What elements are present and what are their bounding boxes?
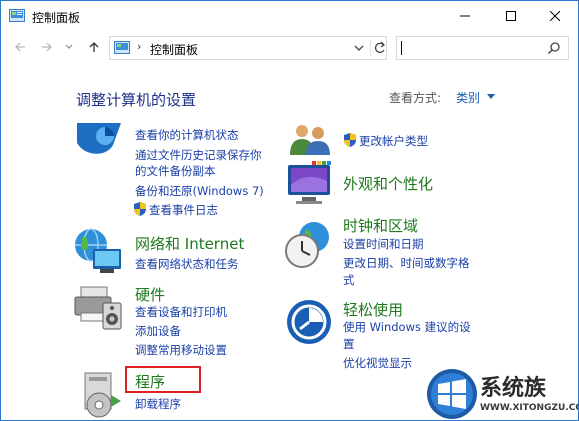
forward-button[interactable] <box>38 37 56 57</box>
user-accounts-icon[interactable] <box>288 125 336 155</box>
forward-arrow-icon <box>42 42 52 52</box>
breadcrumb-separator[interactable]: › <box>137 40 141 53</box>
watermark-logo-icon <box>427 369 477 419</box>
view-by-label: 查看方式: <box>389 91 442 105</box>
link-change-formats-cont[interactable]: 式 <box>343 272 355 288</box>
link-mobility-settings[interactable]: 调整常用移动设置 <box>135 342 227 358</box>
network-internet-icon[interactable] <box>73 227 125 275</box>
link-backup-restore[interactable]: 备份和还原(Windows 7) <box>135 183 264 199</box>
address-bar[interactable]: › 控制面板 <box>109 36 387 60</box>
link-view-event-log[interactable]: 查看事件日志 <box>149 202 218 218</box>
link-devices-printers[interactable]: 查看设备和打印机 <box>135 304 227 320</box>
control-panel-icon <box>9 9 25 22</box>
link-change-formats[interactable]: 更改日期、时间或数字格 <box>343 255 470 271</box>
maximize-button[interactable] <box>488 1 534 31</box>
link-optimize-visual-display[interactable]: 优化视觉显示 <box>343 355 412 371</box>
page-title: 调整计算机的设置 <box>76 91 197 109</box>
system-security-icon[interactable] <box>75 123 125 157</box>
up-arrow-icon <box>89 42 99 52</box>
ease-of-access-icon[interactable] <box>286 299 332 345</box>
watermark-title: 系统族 <box>480 376 547 401</box>
category-title-hardware[interactable]: 硬件 <box>135 284 165 305</box>
close-button[interactable] <box>532 1 578 31</box>
link-windows-suggested-settings-cont[interactable]: 置 <box>343 336 355 352</box>
category-title-clock-region[interactable]: 时钟和区域 <box>343 215 418 236</box>
programs-highlight-box <box>125 366 201 393</box>
control-panel-icon <box>114 41 130 54</box>
link-uninstall-program[interactable]: 卸载程序 <box>135 396 181 412</box>
hardware-sound-icon[interactable] <box>73 283 125 331</box>
control-panel-window: 控制面板 › 控制面板 调整计算机的设置 查看方式: 类别 查看你的计算机状态 … <box>0 0 579 421</box>
chevron-down-icon <box>65 44 73 49</box>
view-by-dropdown[interactable]: 类别 <box>456 89 480 106</box>
link-file-history[interactable]: 通过文件历史记录保存你 <box>135 147 262 163</box>
link-change-account-type[interactable]: 更改帐户类型 <box>359 133 428 149</box>
appearance-personalization-icon[interactable] <box>286 161 334 207</box>
address-dropdown-icon[interactable] <box>353 42 365 54</box>
back-arrow-icon <box>15 42 25 52</box>
text-caret <box>401 41 402 55</box>
title-bar[interactable]: 控制面板 <box>1 1 578 32</box>
search-input[interactable] <box>403 39 543 55</box>
close-icon <box>550 11 560 21</box>
uac-shield-icon <box>134 202 146 216</box>
search-icon[interactable] <box>547 41 561 55</box>
link-windows-suggested-settings[interactable]: 使用 Windows 建议的设 <box>343 319 471 335</box>
watermark-url: WWW.XITONGZU.COM <box>480 403 578 413</box>
view-by-chevron-icon[interactable] <box>487 94 495 99</box>
link-set-time-date[interactable]: 设置时间和日期 <box>343 236 424 252</box>
programs-icon[interactable] <box>81 371 125 421</box>
uac-shield-icon <box>344 133 356 147</box>
search-box[interactable] <box>396 36 569 60</box>
window-title: 控制面板 <box>32 11 81 25</box>
link-add-device[interactable]: 添加设备 <box>135 323 181 339</box>
minimize-button[interactable] <box>442 1 488 31</box>
link-view-network-status[interactable]: 查看网络状态和任务 <box>135 256 239 272</box>
up-button[interactable] <box>85 37 103 57</box>
minimize-icon <box>460 15 470 17</box>
category-title-ease-of-access[interactable]: 轻松使用 <box>343 299 403 320</box>
breadcrumb-control-panel[interactable]: 控制面板 <box>150 41 198 58</box>
link-view-computer-status[interactable]: 查看你的计算机状态 <box>135 127 239 143</box>
refresh-icon[interactable] <box>370 40 387 56</box>
recent-locations-button[interactable] <box>63 37 75 57</box>
category-title-appearance[interactable]: 外观和个性化 <box>343 173 433 194</box>
category-title-network[interactable]: 网络和 Internet <box>135 233 244 254</box>
back-button[interactable] <box>11 37 29 57</box>
maximize-icon <box>506 11 516 21</box>
watermark: 系统族 WWW.XITONGZU.COM <box>426 366 578 420</box>
clock-region-icon[interactable] <box>284 219 334 269</box>
link-file-history-cont[interactable]: 的文件备份副本 <box>135 163 216 179</box>
